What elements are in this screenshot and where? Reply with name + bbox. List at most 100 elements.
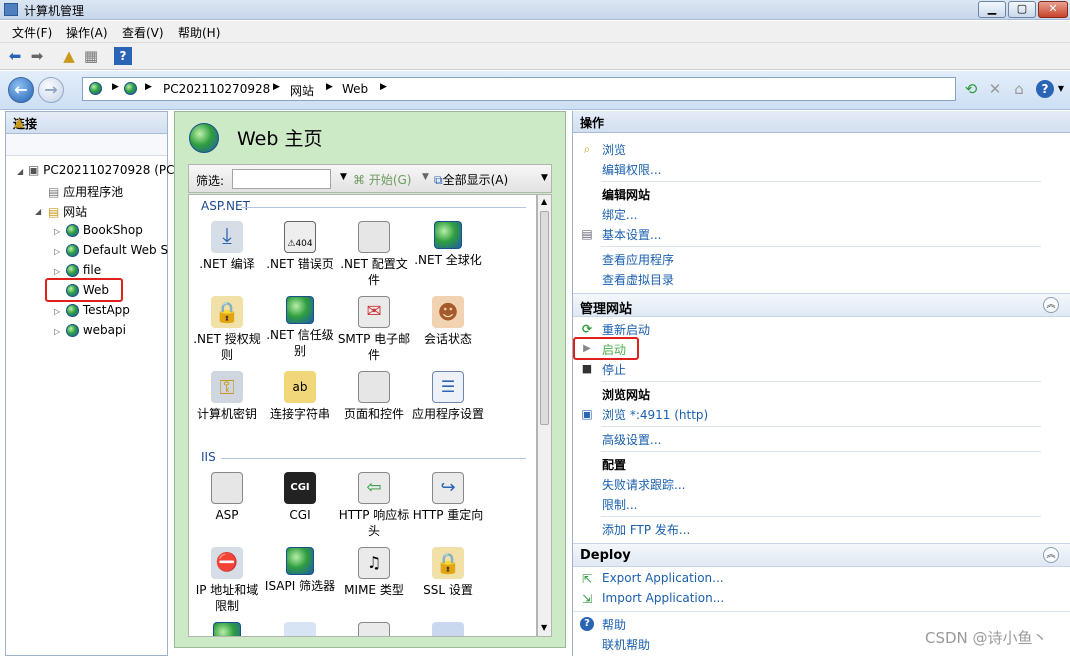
feature-connection-strings[interactable]: ab 连接字符串 (263, 371, 337, 422)
forward-arrow-icon[interactable]: ➡ (28, 47, 46, 65)
tree-site-node[interactable]: file (66, 263, 101, 277)
feature-pages-controls[interactable]: 页面和控件 (337, 371, 411, 422)
feature-scrollbar[interactable]: ▲ ▼ (537, 194, 552, 637)
action-limits[interactable]: 限制... (602, 496, 637, 513)
restart-icon: ⟳ (581, 322, 593, 336)
action-edit-permissions[interactable]: 编辑权限... (602, 161, 661, 178)
breadcrumb-sites[interactable]: 网站 (290, 82, 314, 99)
minimize-button[interactable]: ▁ (978, 1, 1006, 18)
breadcrumb-arrow-icon[interactable]: ▶ (326, 82, 333, 92)
breadcrumb-arrow-icon[interactable]: ▶ (273, 82, 280, 92)
tree-expand-icon[interactable]: ◢ (17, 167, 23, 176)
feature-ip-domain-restrictions[interactable]: ⛔ IP 地址和域限制 (190, 547, 264, 614)
globe-icon (89, 82, 102, 95)
feature-partial[interactable] (263, 622, 337, 636)
chevron-down-icon[interactable]: ▼ (1056, 80, 1066, 98)
action-help[interactable]: 帮助 (602, 616, 626, 633)
breadcrumb-web[interactable]: Web (342, 82, 368, 96)
tree-site-node[interactable]: BookShop (66, 223, 143, 237)
menu-file[interactable]: 文件(F) (12, 24, 52, 41)
tree-site-node[interactable]: webapi (66, 323, 126, 337)
tree-collapse-icon[interactable]: ▷ (54, 227, 60, 236)
feature-net-authorization[interactable]: 🔒 .NET 授权规则 (190, 296, 264, 363)
tree-site-node[interactable]: TestApp (66, 303, 130, 317)
feature-http-redirect[interactable]: ↪ HTTP 重定向 (411, 472, 485, 523)
new-connection-icon[interactable]: ▲ (10, 114, 28, 132)
home-icon[interactable]: ⌂ (1010, 80, 1028, 98)
action-add-ftp-publishing[interactable]: 添加 FTP 发布... (602, 521, 690, 538)
action-restart[interactable]: 重新启动 (602, 321, 650, 338)
action-import-application[interactable]: Import Application... (602, 591, 724, 605)
menu-help[interactable]: 帮助(H) (178, 24, 220, 41)
action-advanced-settings[interactable]: 高级设置... (602, 431, 661, 448)
scroll-down-icon[interactable]: ▼ (541, 173, 548, 183)
tree-sites-node[interactable]: ▤ 网站 (48, 203, 87, 220)
tree-site-node[interactable]: Default Web S (66, 243, 168, 257)
feature-ssl-settings[interactable]: 🔒 SSL 设置 (411, 547, 485, 598)
feature-http-response-headers[interactable]: ⇦ HTTP 响应标头 (337, 472, 411, 539)
forward-button[interactable]: → (38, 77, 64, 103)
breadcrumb-arrow-icon[interactable]: ▶ (112, 82, 119, 92)
action-view-virtual-dirs[interactable]: 查看虚拟目录 (602, 271, 674, 288)
feature-machine-key[interactable]: ⚿ 计算机密钥 (190, 371, 264, 422)
feature-isapi-filters[interactable]: ISAPI 筛选器 (263, 547, 337, 594)
help-icon[interactable]: ? (1036, 80, 1054, 98)
maximize-button[interactable]: ▢ (1008, 1, 1036, 18)
collapse-icon[interactable]: ︽ (1043, 297, 1059, 313)
back-button[interactable]: ← (8, 77, 34, 103)
feature-net-compilation[interactable]: ⤓ .NET 编译 (190, 221, 264, 272)
collapse-icon[interactable]: ︽ (1043, 547, 1059, 563)
action-bindings[interactable]: 绑定... (602, 206, 637, 223)
tree-collapse-icon[interactable]: ▷ (54, 307, 60, 316)
action-view-applications[interactable]: 查看应用程序 (602, 251, 674, 268)
menu-action[interactable]: 操作(A) (66, 24, 108, 41)
back-arrow-icon[interactable]: ⬅ (6, 47, 24, 65)
feature-cgi[interactable]: CGI CGI (263, 472, 337, 523)
action-basic-settings[interactable]: 基本设置... (602, 226, 661, 243)
action-browse-port[interactable]: 浏览 *:4911 (http) (602, 406, 708, 423)
action-browse[interactable]: 浏览 (602, 141, 626, 158)
cgi-icon: CGI (284, 472, 316, 504)
feature-net-config-files[interactable]: .NET 配置文件 (337, 221, 411, 288)
feature-net-globalization[interactable]: .NET 全球化 (411, 221, 485, 268)
show-all-button[interactable]: ⧉全部显示(A) (434, 171, 508, 188)
stop-icon[interactable]: ✕ (986, 80, 1004, 98)
filter-input[interactable] (232, 169, 331, 189)
feature-net-error-pages[interactable]: ⚠404 .NET 错误页 (263, 221, 337, 272)
tree-apppool-node[interactable]: ▤ 应用程序池 (48, 183, 123, 200)
tree-collapse-icon[interactable]: ▷ (54, 267, 60, 276)
address-bar[interactable]: ▶ ▶ PC202110270928 ▶ 网站 ▶ Web ▶ (82, 77, 956, 101)
action-stop[interactable]: 停止 (602, 361, 626, 378)
feature-partial[interactable] (411, 622, 485, 636)
action-export-application[interactable]: Export Application... (602, 571, 724, 585)
feature-asp[interactable]: ASP (190, 472, 264, 523)
feature-session-state[interactable]: ☻ 会话状态 (411, 296, 485, 347)
action-online-help[interactable]: 联机帮助 (602, 636, 650, 653)
feature-smtp-email[interactable]: ✉ SMTP 电子邮件 (337, 296, 411, 363)
scroll-up-icon[interactable]: ▲ (541, 197, 547, 206)
action-failed-request-tracing[interactable]: 失败请求跟踪... (602, 476, 685, 493)
scrollbar-thumb[interactable] (540, 211, 549, 425)
breadcrumb-arrow-icon[interactable]: ▶ (380, 82, 387, 92)
feature-partial[interactable] (337, 622, 411, 636)
tree-collapse-icon[interactable]: ▷ (54, 247, 60, 256)
breadcrumb-arrow-icon[interactable]: ▶ (145, 82, 152, 92)
folder-up-icon[interactable]: ▲ (60, 47, 78, 65)
start-filter-button[interactable]: ⌘ 开始(G) (353, 171, 412, 188)
feature-mime-types[interactable]: ♫ MIME 类型 (337, 547, 411, 598)
tree-server-node[interactable]: ▣ PC202110270928 (PC (28, 163, 175, 177)
feature-partial[interactable] (190, 622, 264, 636)
console-tree-icon[interactable]: ▦ (82, 47, 100, 65)
menu-view[interactable]: 查看(V) (122, 24, 164, 41)
refresh-icon[interactable]: ⟲ (962, 80, 980, 98)
tree-collapse-icon[interactable]: ▷ (54, 327, 60, 336)
feature-net-trust-level[interactable]: .NET 信任级别 (263, 296, 337, 359)
feature-app-settings[interactable]: ☰ 应用程序设置 (411, 371, 485, 422)
help-icon[interactable]: ? (114, 47, 132, 65)
tree-expand-icon[interactable]: ◢ (35, 207, 41, 216)
close-button[interactable]: ✕ (1038, 1, 1068, 18)
scroll-down-icon[interactable]: ▼ (541, 623, 547, 632)
filter-dropdown-icon[interactable]: ▼ (422, 172, 429, 182)
breadcrumb-server[interactable]: PC202110270928 (163, 82, 270, 96)
filter-dropdown-icon[interactable]: ▼ (340, 172, 347, 182)
